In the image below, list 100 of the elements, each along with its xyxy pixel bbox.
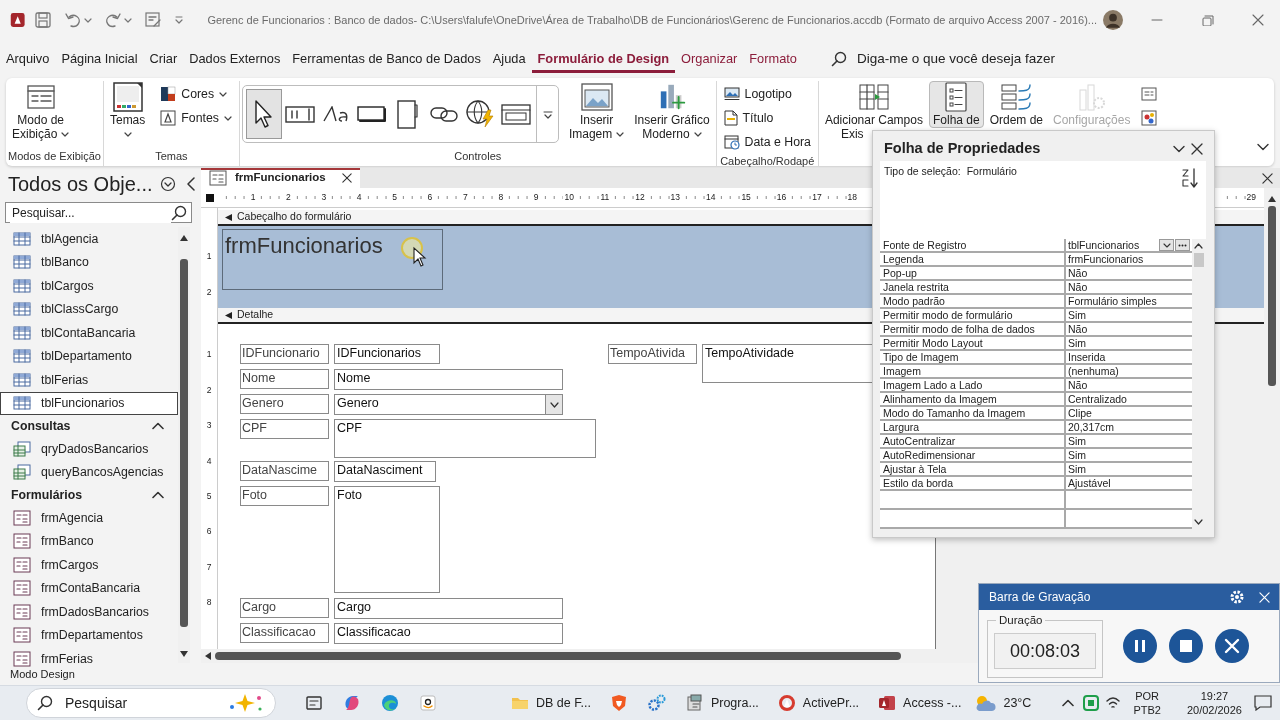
group-header[interactable]: Consultas [0, 415, 178, 437]
nav-item[interactable]: qryDadosBancarios [0, 437, 178, 461]
nav-item[interactable]: frmCargos [0, 553, 178, 577]
taskbar-app-button[interactable]: Progra... [678, 686, 765, 720]
field-label: IDFuncionario [240, 344, 329, 364]
property-value[interactable]: Sim [1066, 449, 1192, 461]
table-icon [13, 372, 31, 387]
nav-item[interactable]: tblClassCargo [0, 297, 178, 321]
nav-item[interactable]: frmAgencia [0, 506, 178, 530]
property-value[interactable]: 20,317cm [1066, 421, 1192, 433]
fonts-icon [160, 110, 177, 126]
tab-order-button[interactable]: Ordem de [985, 81, 1048, 128]
colors-button[interactable]: Cores [155, 83, 237, 105]
property-value[interactable]: Não [1066, 323, 1192, 335]
dropdown-button[interactable] [1159, 239, 1174, 251]
property-value[interactable]: Não [1066, 281, 1192, 293]
nav-item[interactable]: tblFuncionarios [0, 391, 178, 415]
cancel-button[interactable] [1215, 629, 1249, 663]
nav-item[interactable]: frmDepartamentos [0, 623, 178, 647]
property-sheet-button[interactable]: Folha de [928, 81, 984, 128]
nav-item[interactable]: queryBancosAgencias [0, 460, 178, 484]
language-button[interactable]: POR PTB2 [1127, 688, 1167, 718]
nav-item[interactable]: tblDepartamento [0, 344, 178, 368]
colors-icon [160, 86, 177, 102]
scrollbar-thumb[interactable] [180, 259, 188, 627]
text-box[interactable]: CPF [334, 419, 596, 458]
nav-item[interactable]: frmBanco [0, 529, 178, 553]
ribbon-tab[interactable]: Arquivo [0, 45, 56, 73]
form-title-label: frmFuncionarios [222, 229, 443, 290]
scrollbar-thumb[interactable] [215, 652, 901, 660]
property-value[interactable]: Sim [1066, 463, 1192, 475]
property-value[interactable]: Não [1066, 379, 1192, 391]
customize-icon [174, 15, 185, 25]
field-label: Cargo [240, 598, 329, 618]
fonts-button[interactable]: Fontes [155, 107, 237, 129]
taskbar-app-button[interactable]: Access -... [871, 686, 968, 720]
ribbon-tab[interactable]: Ajuda [486, 45, 532, 73]
ruler-number: 1 [206, 252, 212, 262]
nav-item[interactable]: tblFerias [0, 368, 178, 392]
ribbon-tab[interactable]: Ferramentas de Banco de Dados [286, 45, 487, 73]
nav-item[interactable]: frmDadosBancarios [0, 600, 178, 624]
nav-item[interactable]: tblContaBancaria [0, 321, 178, 345]
scrollbar-thumb[interactable] [1194, 253, 1204, 267]
property-value[interactable]: Sim [1066, 337, 1192, 349]
search-field[interactable]: Pesquisar... [5, 202, 192, 223]
dropdown-circle-icon [159, 176, 176, 192]
notification-icon[interactable] [1253, 695, 1272, 711]
form-icon [209, 170, 227, 186]
pause-button[interactable] [1123, 629, 1157, 663]
ribbon-tab[interactable]: Página Inicial [55, 45, 144, 73]
form-icon [13, 603, 31, 620]
combo-box[interactable]: Genero [334, 394, 563, 415]
ribbon-tab[interactable]: Dados Externos [183, 45, 287, 73]
nav-item[interactable]: frmContaBancaria [0, 576, 178, 600]
text-box[interactable]: IDFuncionarios [334, 344, 440, 364]
taskbar-app-button[interactable]: DB de F... [504, 686, 597, 720]
tell-me-field[interactable]: Diga-me o que você deseja fazer [854, 47, 1095, 71]
view-mode-button[interactable]: Modo de Exibição [8, 81, 74, 142]
nav-item[interactable]: tblBanco [0, 250, 178, 274]
property-value[interactable]: frmFuncionarios [1066, 253, 1192, 265]
property-value[interactable]: Clipe [1066, 407, 1192, 419]
insert-image-button[interactable]: Inserir Imagem [564, 81, 629, 142]
property-value[interactable]: Inserida [1066, 351, 1192, 363]
title-button[interactable]: Título [718, 107, 816, 129]
property-value[interactable]: Formulário simples [1066, 295, 1192, 307]
select-tool[interactable] [245, 89, 282, 139]
property-value[interactable]: Ajustável [1066, 477, 1192, 489]
property-value[interactable]: Não [1066, 267, 1192, 279]
group-header[interactable]: Formulários [0, 484, 178, 506]
insert-chart-button[interactable]: Inserir Gráfico Moderno [630, 81, 714, 142]
property-value[interactable]: Centralizado [1066, 393, 1192, 405]
property-value[interactable]: Sim [1066, 435, 1192, 447]
property-value[interactable]: Sim [1066, 309, 1192, 321]
nav-item[interactable]: tblCargos [0, 274, 178, 298]
ribbon-tab[interactable]: Formato [743, 45, 803, 73]
scrollbar-thumb[interactable] [1268, 206, 1276, 386]
ruler-corner-icon [205, 193, 214, 202]
property-name: Imagem [880, 365, 1066, 377]
taskbar-app-button[interactable]: ActivePr... [770, 686, 866, 720]
property-value[interactable]: tblFuncionarios [1066, 239, 1192, 251]
property-value[interactable]: (nenhuma) [1066, 365, 1192, 377]
close-icon[interactable] [341, 173, 352, 183]
text-box[interactable]: Cargo [334, 598, 563, 619]
weather-button[interactable]: 23°C [967, 686, 1038, 720]
clock-button[interactable]: 19:27 20/02/2026 [1180, 688, 1248, 718]
stop-button[interactable] [1169, 629, 1203, 663]
property-name: Imagem Lado a Lado [880, 379, 1066, 391]
ribbon-tab[interactable]: Organizar [675, 45, 744, 73]
logo-button[interactable]: Logotipo [718, 83, 816, 105]
text-box[interactable]: DataNasciment [334, 461, 436, 482]
ribbon-tab[interactable]: Criar [143, 45, 184, 73]
text-box[interactable]: Nome [334, 369, 563, 390]
ribbon-tab[interactable]: Formulário de Design [531, 45, 676, 73]
text-box[interactable]: Classificacao [334, 623, 563, 644]
caret-icon [84, 17, 93, 23]
attachment-control[interactable]: Foto [334, 486, 440, 593]
nav-item[interactable]: tblAgencia [0, 227, 178, 251]
themes-button[interactable]: Temas [105, 81, 150, 142]
date-time-button[interactable]: Data e Hora [718, 131, 816, 153]
document-tab[interactable]: frmFuncionarios [201, 168, 360, 188]
